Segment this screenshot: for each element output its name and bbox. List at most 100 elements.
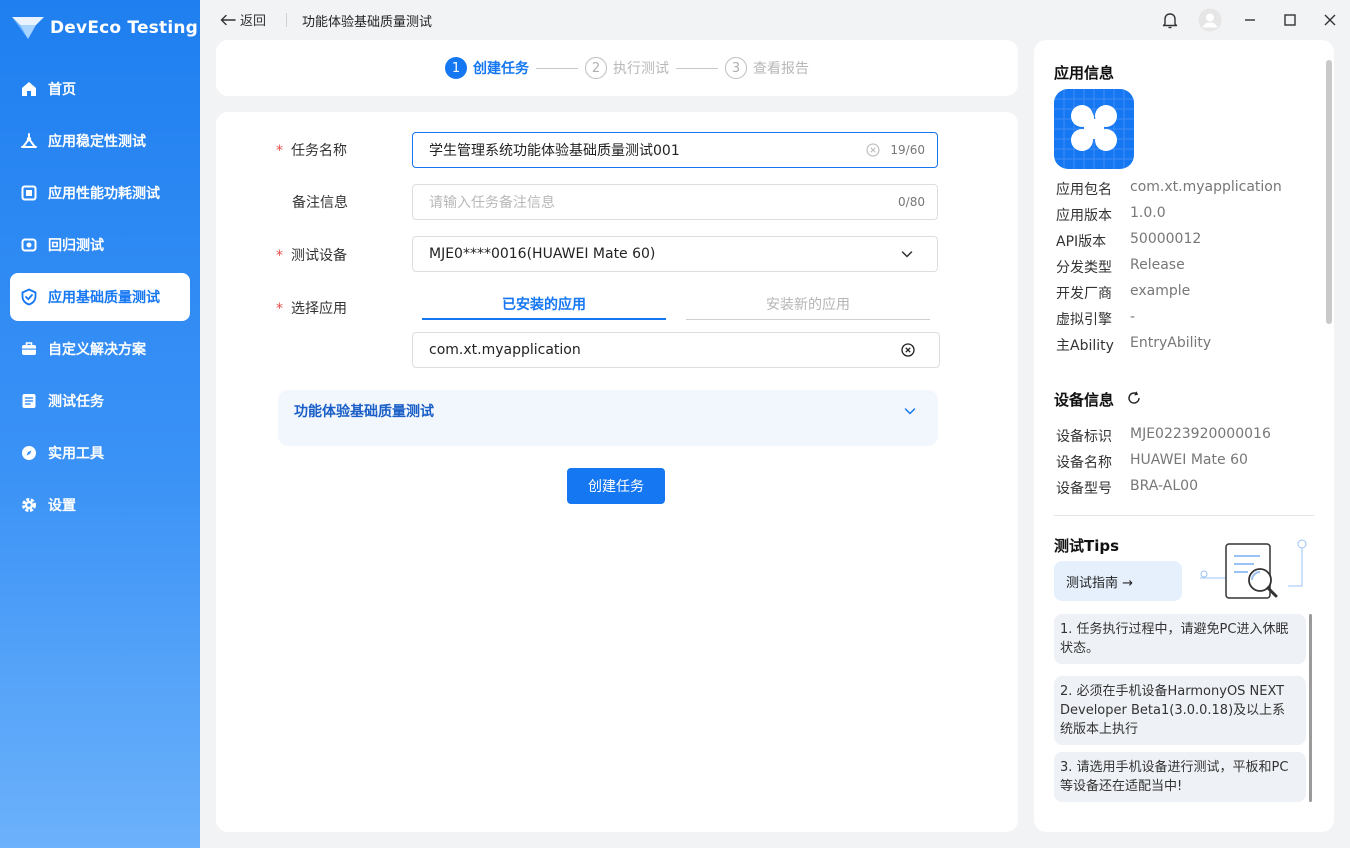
- task-name-input[interactable]: 学生管理系统功能体验基础质量测试001 19/60: [412, 132, 938, 168]
- info-panel: 应用信息 应用包名 com.xt.myapplication 应用版本 1.0.0 …: [1034, 40, 1334, 832]
- test-guide-button[interactable]: 测试指南 →: [1054, 561, 1182, 601]
- sidebar-item-regression[interactable]: 回归测试: [10, 221, 190, 269]
- window-controls: [1150, 0, 1350, 40]
- app-icon: [1054, 89, 1134, 169]
- performance-icon: [20, 184, 38, 202]
- tips-scrollbar[interactable]: [1309, 614, 1312, 802]
- avatar[interactable]: [1190, 0, 1230, 40]
- deveco-logo-icon: [12, 17, 44, 39]
- task-name-counter: 19/60: [890, 143, 925, 157]
- remark-placeholder: 请输入任务备注信息: [429, 195, 555, 211]
- app-source-tabs: 已安装的应用 安装新的应用: [422, 294, 930, 320]
- title-divider: [286, 13, 287, 27]
- sidebar-item-basic-quality[interactable]: 应用基础质量测试: [10, 273, 190, 321]
- sidebar-nav: 首页 应用稳定性测试 应用性能功耗测试 回归测试 应用基础质量测试 自定义解决方…: [10, 65, 190, 533]
- step-execute-test: 2 执行测试: [585, 57, 669, 79]
- chevron-down-icon: [901, 251, 913, 258]
- app-logo: DevEco Testing: [10, 12, 198, 44]
- home-icon: [20, 80, 38, 98]
- task-name-label: * 任务名称: [276, 143, 347, 159]
- step-label: 创建任务: [473, 61, 529, 77]
- app-info-row: 开发厂商 example: [1056, 283, 1191, 302]
- maximize-button[interactable]: [1270, 0, 1310, 40]
- regression-icon: [20, 236, 38, 254]
- device-info-row: 设备型号 BRA-AL00: [1056, 478, 1198, 497]
- sidebar-item-label: 设置: [48, 498, 76, 514]
- create-task-button[interactable]: 创建任务: [567, 468, 665, 504]
- briefcase-icon: [20, 340, 38, 358]
- sidebar-item-label: 回归测试: [48, 238, 104, 254]
- app-grid-icon: [1054, 89, 1134, 169]
- stability-icon: [20, 132, 38, 150]
- notification-button[interactable]: [1150, 0, 1190, 40]
- app-info-row: 虚拟引擎 -: [1056, 309, 1136, 328]
- tab-install-new-app[interactable]: 安装新的应用: [686, 294, 930, 320]
- step-create-task: 1 创建任务: [445, 57, 529, 79]
- stepper: 1 创建任务 2 执行测试 3 查看报告: [216, 40, 1018, 96]
- app-info-row: API版本 50000012: [1056, 231, 1202, 250]
- sidebar-item-label: 应用性能功耗测试: [48, 186, 160, 202]
- sidebar-item-stability[interactable]: 应用稳定性测试: [10, 117, 190, 165]
- app-info-title: 应用信息: [1054, 64, 1115, 82]
- device-info-row: 设备标识 MJE0223920000016: [1056, 426, 1271, 445]
- close-button[interactable]: [1310, 0, 1350, 40]
- device-info-title: 设备信息: [1054, 391, 1115, 409]
- document-search-illustration-icon: [1200, 539, 1307, 599]
- create-task-form: * 任务名称 学生管理系统功能体验基础质量测试001 19/60 备注信息 请输入…: [216, 112, 1018, 832]
- app-package-value: com.xt.myapplication: [429, 342, 581, 358]
- tab-installed-apps[interactable]: 已安装的应用: [422, 294, 666, 320]
- back-label: 返回: [240, 14, 267, 29]
- bell-icon: [1162, 13, 1178, 29]
- device-select[interactable]: MJE0****0016(HUAWEI Mate 60): [412, 236, 938, 272]
- sidebar-item-label: 应用基础质量测试: [48, 290, 160, 306]
- step-number: 3: [725, 57, 747, 79]
- refresh-icon[interactable]: [1127, 391, 1141, 405]
- step-label: 执行测试: [613, 61, 669, 77]
- step-connector: [676, 68, 718, 69]
- task-list-icon: [20, 392, 38, 410]
- compass-icon: [20, 444, 38, 462]
- sidebar-item-test-tasks[interactable]: 测试任务: [10, 377, 190, 425]
- sidebar-item-custom-solution[interactable]: 自定义解决方案: [10, 325, 190, 373]
- sidebar-item-settings[interactable]: 设置: [10, 481, 190, 529]
- test-suite-title: 功能体验基础质量测试: [294, 404, 434, 420]
- title-bar: 返回 功能体验基础质量测试: [200, 0, 1350, 40]
- sidebar-item-performance[interactable]: 应用性能功耗测试: [10, 169, 190, 217]
- app-info-row: 应用版本 1.0.0: [1056, 205, 1166, 224]
- tip-item: 3. 请选用手机设备进行测试，平板和PC等设备还在适配当中!: [1054, 752, 1306, 802]
- sidebar-item-home[interactable]: 首页: [10, 65, 190, 113]
- app-info-row: 主Ability EntryAbility: [1056, 335, 1212, 354]
- step-view-report: 3 查看报告: [725, 57, 809, 79]
- task-name-value: 学生管理系统功能体验基础质量测试001: [429, 143, 680, 159]
- sidebar-item-label: 测试任务: [48, 394, 104, 410]
- panel-scrollbar[interactable]: [1326, 60, 1332, 324]
- step-label: 查看报告: [753, 61, 809, 77]
- device-select-value: MJE0****0016(HUAWEI Mate 60): [429, 246, 656, 262]
- remark-counter: 0/80: [898, 195, 925, 209]
- close-icon: [1324, 14, 1336, 26]
- minimize-button[interactable]: [1230, 0, 1270, 40]
- app-package-input[interactable]: com.xt.myapplication: [412, 332, 940, 368]
- arrow-left-icon: [220, 14, 236, 25]
- app-info-row: 分发类型 Release: [1056, 257, 1185, 276]
- clear-input-icon[interactable]: [866, 143, 880, 157]
- tips-title: 测试Tips: [1054, 537, 1120, 555]
- device-info-row: 设备名称 HUAWEI Mate 60: [1056, 452, 1248, 471]
- page-title: 功能体验基础质量测试: [302, 15, 433, 30]
- shield-check-icon: [20, 288, 38, 306]
- app-info-row: 应用包名 com.xt.myapplication: [1056, 179, 1282, 198]
- step-connector: [536, 68, 578, 69]
- app-select-label: * 选择应用: [276, 301, 347, 317]
- device-label: * 测试设备: [276, 248, 347, 264]
- maximize-icon: [1284, 14, 1296, 26]
- test-suite-collapse[interactable]: 功能体验基础质量测试: [278, 390, 938, 446]
- step-number: 1: [445, 57, 467, 79]
- remark-input[interactable]: 请输入任务备注信息 0/80: [412, 184, 938, 220]
- clear-circle-icon[interactable]: [901, 343, 915, 357]
- sidebar-item-tools[interactable]: 实用工具: [10, 429, 190, 477]
- back-button[interactable]: 返回: [220, 10, 266, 29]
- step-number: 2: [585, 57, 607, 79]
- remark-label: 备注信息: [292, 195, 348, 211]
- chevron-down-icon: [904, 408, 916, 415]
- tip-item: 1. 任务执行过程中，请避免PC进入休眠状态。: [1054, 614, 1306, 664]
